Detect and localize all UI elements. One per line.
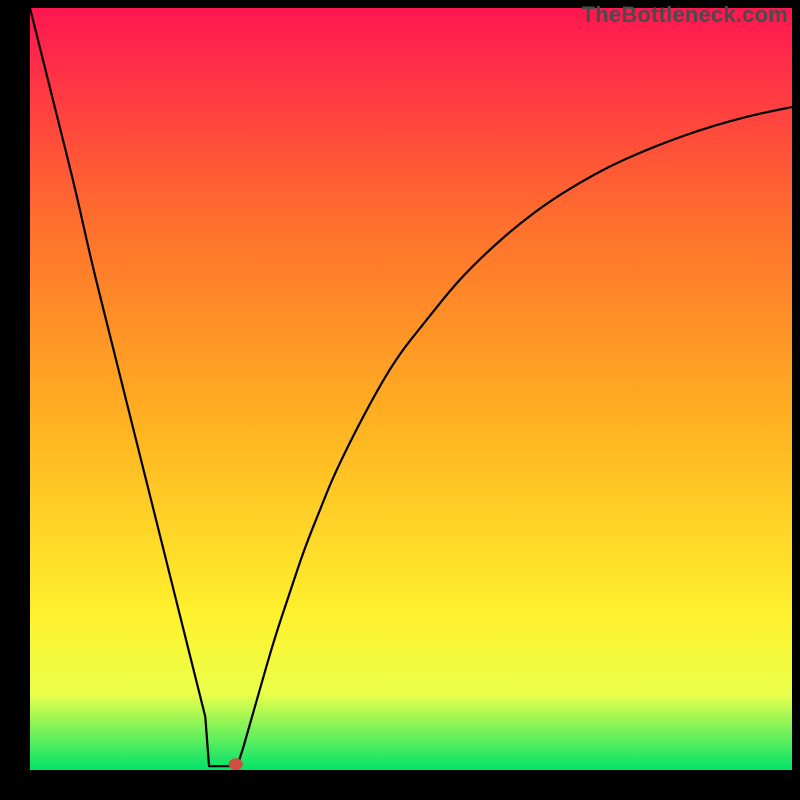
watermark-text: TheBottleneck.com bbox=[582, 2, 788, 28]
chart-frame: TheBottleneck.com bbox=[0, 0, 800, 800]
chart-svg bbox=[30, 8, 792, 770]
optimal-marker bbox=[229, 758, 243, 770]
gradient-background bbox=[30, 8, 792, 770]
plot-area bbox=[30, 8, 792, 770]
